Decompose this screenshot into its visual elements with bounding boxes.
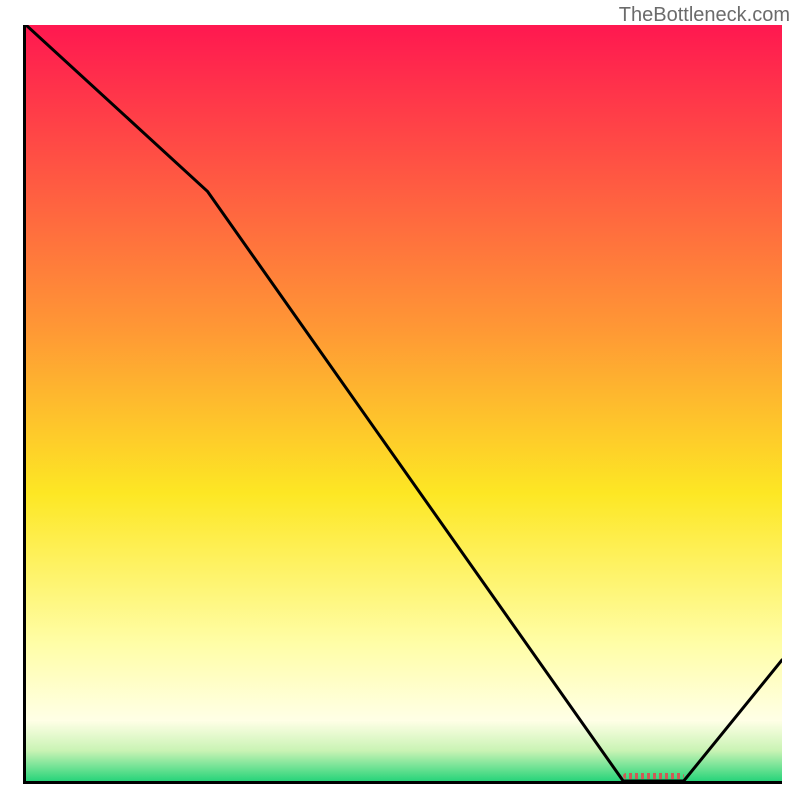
chart-container: TheBottleneck.com xyxy=(0,0,800,800)
optimal-range-marker xyxy=(623,773,683,779)
gradient-background xyxy=(26,25,782,781)
plot-area xyxy=(23,25,782,784)
attribution-label: TheBottleneck.com xyxy=(619,4,790,27)
